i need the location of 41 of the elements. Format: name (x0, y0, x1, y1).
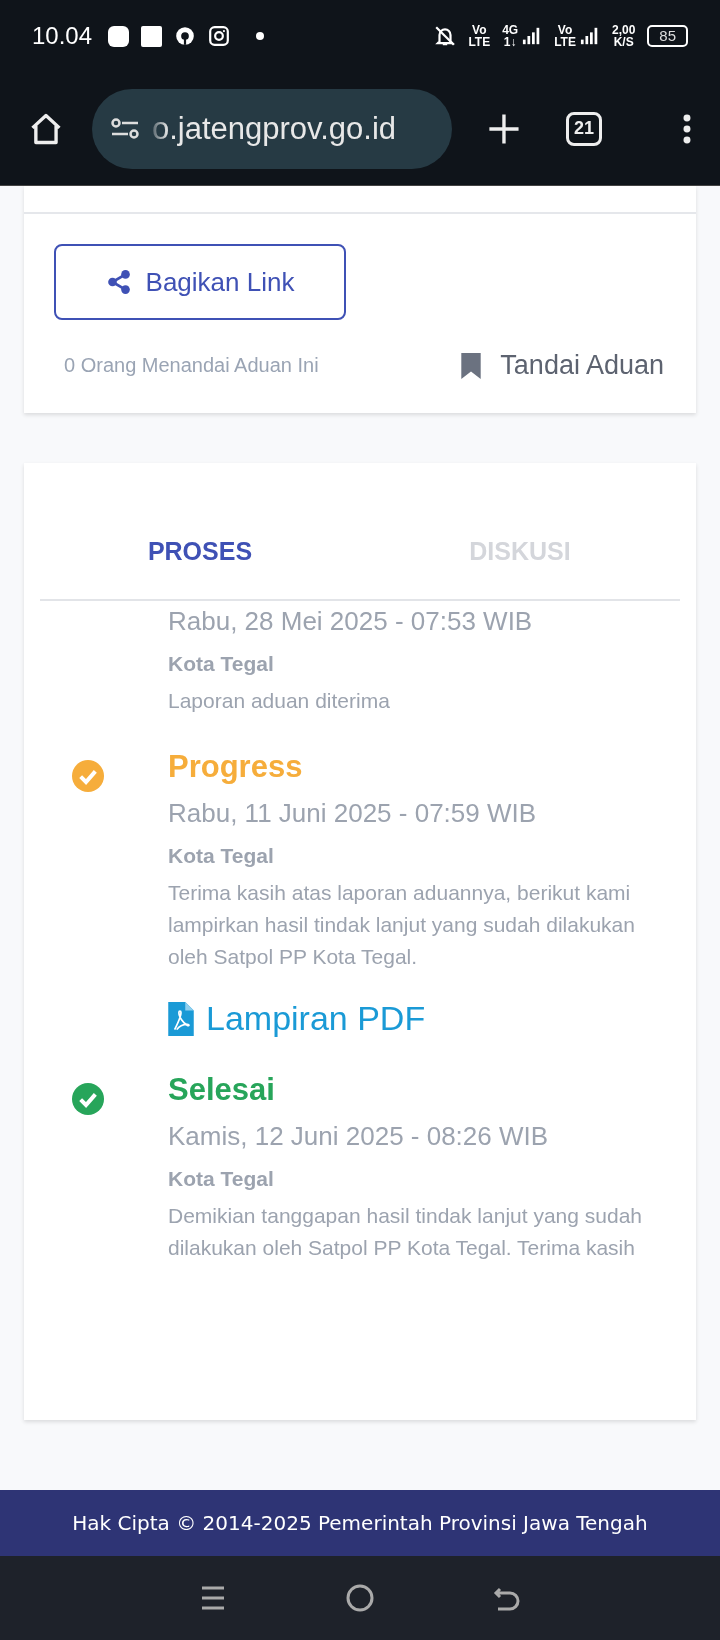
network-label: 1↓ (503, 36, 517, 48)
status-location: Kota Tegal (168, 843, 275, 869)
home-button-icon[interactable] (345, 1583, 375, 1613)
status-date: Rabu, 11 Juni 2025 - 07:59 WIB (168, 797, 538, 830)
status-title: Progress (168, 748, 304, 786)
status-location: Kota Tegal (168, 651, 275, 677)
network-label: Vo (472, 24, 487, 36)
menu-icon[interactable] (682, 112, 692, 145)
clock-time: 10.04 (32, 22, 93, 50)
notification-icon (108, 25, 130, 47)
network-label: LTE (554, 36, 576, 48)
bookmark-count: 0 Orang Menandai Aduan Ini (64, 354, 319, 377)
status-date: Rabu, 28 Mei 2025 - 07:53 WIB (168, 605, 534, 638)
copyright-text: Hak Cipta © 2014-2025 Pemerintah Provinsi Jawa Tengah (72, 1511, 648, 1535)
status-note: Terima kasih atas laporan aduannya, berikut kami lampirkan hasil tindak lanjut yang sudah dilakukan oleh Satpol PP Kota Tegal. (168, 880, 636, 970)
muted-bell-icon (434, 25, 457, 47)
site-settings-icon[interactable] (109, 116, 140, 141)
status-date: Kamis, 12 Juni 2025 - 08:26 WIB (168, 1119, 550, 1153)
signal-icon (579, 26, 600, 46)
network-label: 4G (502, 24, 519, 36)
share-icon (105, 269, 132, 295)
bookmark-icon (460, 351, 483, 380)
speed-unit: K/S (613, 36, 634, 48)
tab-count-button[interactable]: 21 (566, 111, 603, 146)
speed-value: 2,00 (611, 24, 636, 36)
notification-icon (141, 25, 163, 47)
network-label: LTE (468, 36, 491, 48)
camera-icon (208, 25, 231, 47)
share-link-button[interactable]: Bagikan Link (54, 244, 346, 320)
pdf-file-icon (168, 1001, 194, 1036)
status-title: Selesai (168, 1070, 276, 1109)
address-bar[interactable]: o.jatengprov.go.id (91, 88, 453, 169)
tab[interactable]: PROSES (40, 503, 360, 599)
dot-icon (256, 32, 265, 40)
app-notification-icon (174, 25, 197, 47)
network-label: Vo (557, 24, 573, 36)
status-note: Demikian tanggapan hasil tindak lanjut yang sudah dilakukan oleh Satpol PP Kota Tegal. Terima kasih (168, 1202, 643, 1261)
bookmark-button[interactable]: Tandai Aduan (460, 350, 664, 381)
status-location: Kota Tegal (168, 1165, 275, 1192)
status-note: Laporan aduan diterima (168, 688, 391, 714)
battery-indicator: 85 (647, 25, 688, 47)
